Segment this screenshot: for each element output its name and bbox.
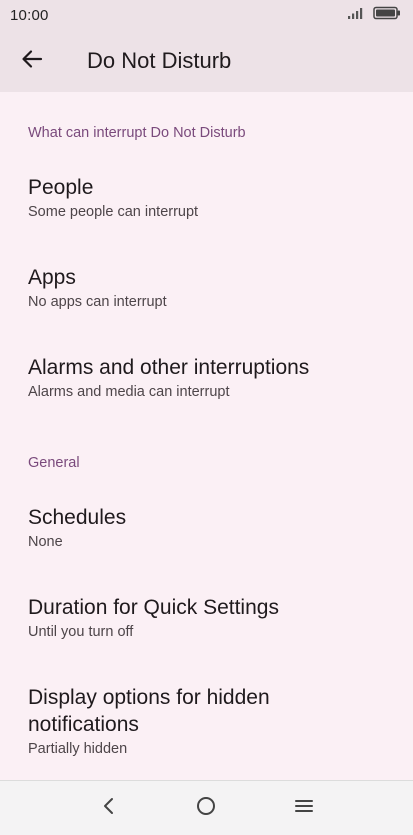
setting-subtitle: Partially hidden — [28, 741, 128, 757]
section-header-interrupt: What can interrupt Do Not Disturb — [28, 125, 246, 141]
setting-item-apps[interactable]: Apps No apps can interrupt — [0, 264, 413, 310]
settings-list[interactable]: What can interrupt Do Not Disturb People… — [0, 92, 413, 780]
page-title: Do Not Disturb — [87, 48, 232, 73]
setting-title: Alarms and other interruptions — [28, 356, 310, 379]
setting-subtitle: Alarms and media can interrupt — [28, 384, 230, 400]
setting-item-people[interactable]: People Some people can interrupt — [0, 174, 413, 220]
setting-item-display-options[interactable]: Display options for hidden notifications… — [0, 684, 413, 757]
setting-subtitle: Some people can interrupt — [28, 204, 199, 220]
setting-item-duration[interactable]: Duration for Quick Settings Until you tu… — [0, 594, 413, 640]
setting-item-alarms[interactable]: Alarms and other interruptions Alarms an… — [0, 354, 413, 400]
setting-title: Apps — [28, 266, 76, 289]
nav-home-button[interactable] — [186, 788, 226, 828]
setting-subtitle: None — [28, 534, 63, 550]
setting-title: Schedules — [28, 506, 127, 529]
menu-icon — [294, 798, 314, 819]
back-button[interactable] — [10, 39, 54, 83]
setting-item-schedules[interactable]: Schedules None — [0, 504, 413, 550]
chevron-left-icon — [100, 796, 118, 821]
status-time: 10:00 — [10, 6, 49, 24]
signal-icon — [347, 6, 365, 25]
arrow-left-icon — [21, 48, 43, 75]
navigation-bar — [0, 780, 413, 835]
setting-title: Duration for Quick Settings — [28, 596, 279, 619]
setting-title: People — [28, 176, 94, 199]
section-header-general: General — [28, 455, 80, 471]
battery-icon — [373, 6, 401, 25]
setting-subtitle: Until you turn off — [28, 624, 134, 640]
status-icons — [347, 6, 401, 25]
setting-title: Display options for hidden notifications — [28, 686, 270, 736]
setting-subtitle: No apps can interrupt — [28, 294, 167, 310]
circle-home-icon — [195, 795, 217, 822]
app-bar: Do Not Disturb — [0, 30, 413, 92]
status-bar: 10:00 — [0, 0, 413, 30]
nav-menu-button[interactable] — [284, 788, 324, 828]
nav-back-button[interactable] — [89, 788, 129, 828]
